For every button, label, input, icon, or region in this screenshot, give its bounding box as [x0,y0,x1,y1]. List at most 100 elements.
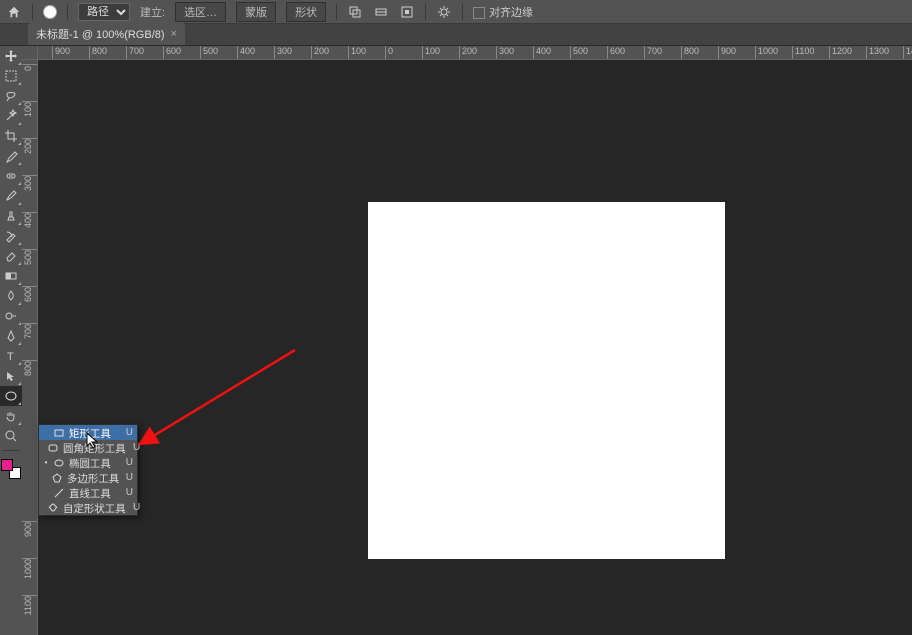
flyout-item-shortcut: U [126,472,133,483]
ruler-tick: 1200 [829,46,852,60]
document-tab[interactable]: 未标题-1 @ 100%(RGB/8) × [28,23,185,45]
ruler-tick: 600 [607,46,625,60]
options-bar: 路径 建立: 选区… 蒙版 形状 对齐边缘 [0,0,912,24]
document-tab-title: 未标题-1 @ 100%(RGB/8) [36,26,165,42]
dodge-tool[interactable] [0,306,22,326]
flyout-item-shortcut: U [133,502,140,513]
ruler-tick: 200 [459,46,477,60]
flyout-item[interactable]: 多边形工具U [39,470,137,485]
ruler-tick: 800 [89,46,107,60]
svg-text:T: T [7,351,14,363]
ruler-tick: 800 [22,360,38,378]
flyout-item-icon [53,487,65,499]
ruler-tick: 600 [163,46,181,60]
ruler-tick: 300 [274,46,292,60]
document-tab-bar: 未标题-1 @ 100%(RGB/8) × [0,24,912,46]
flyout-selected-dot: • [43,458,49,467]
make-mask-button[interactable]: 蒙版 [236,2,276,22]
marquee-tool[interactable] [0,66,22,86]
path-selection-tool[interactable] [0,366,22,386]
ruler-tick: 1100 [792,46,814,60]
ruler-tick: 200 [22,138,38,156]
shape-tool-flyout: 矩形工具U圆角矩形工具U•椭圆工具U多边形工具U直线工具U自定形状工具U [38,424,138,516]
ruler-tick: 700 [126,46,144,60]
ruler-tick: 300 [496,46,514,60]
ruler-tick: 600 [22,286,38,304]
history-brush-tool[interactable] [0,226,22,246]
flyout-item-icon [53,457,65,469]
ruler-tick: 400 [22,212,38,230]
hand-tool[interactable] [0,406,22,426]
mode-select[interactable]: 路径 [78,3,130,21]
color-swatches[interactable] [1,459,21,479]
foreground-swatch[interactable] [1,459,13,471]
separator [32,4,33,20]
ruler-tick: 100 [422,46,440,60]
blur-tool[interactable] [0,286,22,306]
crop-tool[interactable] [0,126,22,146]
stamp-tool[interactable] [0,206,22,226]
align-edges-label: 对齐边缘 [489,7,533,19]
ruler-tick: 1000 [755,46,778,60]
ruler-tick: 1000 [22,558,38,581]
zoom-tool[interactable] [0,426,22,446]
separator [2,450,20,451]
separator [425,4,426,20]
ruler-tick: 700 [22,323,38,341]
ruler-tick: 900 [52,46,70,60]
build-label: 建立: [140,4,165,20]
align-edges-checkbox[interactable]: 对齐边缘 [473,4,533,20]
ruler-tick: 900 [22,521,38,539]
toolbox: T [0,46,22,635]
canvas-area[interactable] [38,60,912,635]
ruler-tick: 200 [311,46,329,60]
shape-tool[interactable] [0,386,22,406]
eyedropper-tool[interactable] [0,146,22,166]
flyout-item-label: 圆角矩形工具 [63,440,126,455]
flyout-item-shortcut: U [123,427,133,438]
type-tool[interactable]: T [0,346,22,366]
gradient-tool[interactable] [0,266,22,286]
flyout-item[interactable]: •椭圆工具U [39,455,137,470]
healing-brush-tool[interactable] [0,166,22,186]
ruler-tick: 500 [22,249,38,267]
ruler-tick: 500 [570,46,588,60]
move-tool[interactable] [0,46,22,66]
home-icon[interactable] [6,4,22,20]
flyout-item-label: 自定形状工具 [63,500,126,515]
ruler-horizontal[interactable]: 9008007006005004003002001000100200300400… [38,46,912,60]
ruler-tick: 700 [644,46,662,60]
ruler-vertical[interactable]: 010020030040050060070080090010001100 [22,60,38,635]
flyout-item[interactable]: 圆角矩形工具 U [39,440,137,455]
artboard[interactable] [368,202,725,559]
ruler-tick: 500 [200,46,218,60]
flyout-item[interactable]: 自定形状工具 U [39,500,137,515]
path-ops-icon-2[interactable] [373,4,389,20]
ruler-tick: 900 [718,46,736,60]
flyout-item-icon [53,427,65,439]
make-selection-button[interactable]: 选区… [175,2,226,22]
close-icon[interactable]: × [171,28,177,40]
flyout-item-shortcut: U [123,487,133,498]
gear-icon[interactable] [436,4,452,20]
lasso-tool[interactable] [0,86,22,106]
magic-wand-tool[interactable] [0,106,22,126]
ruler-tick: 1400 [903,46,912,60]
make-shape-button[interactable]: 形状 [286,2,326,22]
flyout-item[interactable]: 直线工具U [39,485,137,500]
eraser-tool[interactable] [0,246,22,266]
separator [462,4,463,20]
ruler-tick: 400 [237,46,255,60]
brush-tool[interactable] [0,186,22,206]
flyout-item-label: 矩形工具 [69,425,117,440]
flyout-item-shortcut: U [133,442,140,453]
ruler-tick: 1300 [866,46,889,60]
ruler-tick: 100 [22,101,38,119]
ruler-tick: 100 [348,46,366,60]
pen-tool[interactable] [0,326,22,346]
flyout-item-shortcut: U [123,457,133,468]
path-ops-icon-3[interactable] [399,4,415,20]
flyout-item[interactable]: 矩形工具 U [39,425,137,440]
path-ops-icon-1[interactable] [347,4,363,20]
tool-preset-icon[interactable] [43,5,57,19]
